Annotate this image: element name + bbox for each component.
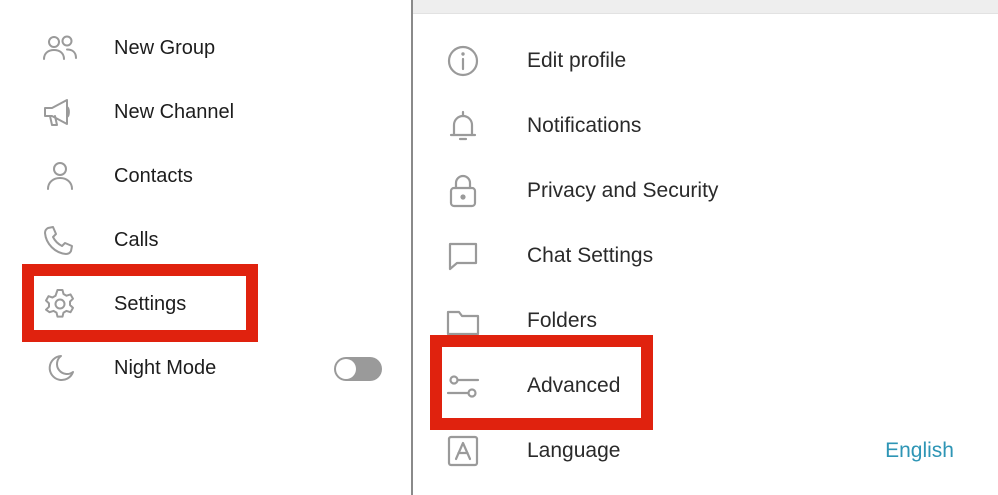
settings-item-label: Chat Settings [527,244,654,267]
settings-item-chat-settings[interactable]: Chat Settings [413,224,998,289]
menu-item-new-channel[interactable]: New Channel [0,80,411,144]
menu-item-contacts[interactable]: Contacts [0,144,411,208]
menu-item-night-mode[interactable]: Night Mode [0,336,411,400]
person-icon [40,160,80,192]
gear-icon [40,288,80,320]
menu-item-new-group[interactable]: New Group [0,16,411,80]
menu-item-label: Night Mode [114,357,217,379]
settings-item-label: Advanced [527,374,621,397]
main-menu-panel: New Group New Channel Contacts Calls Set… [0,0,411,495]
phone-icon [40,224,80,256]
folder-icon [443,304,483,338]
settings-item-label: Edit profile [527,49,627,72]
megaphone-icon [40,96,80,128]
settings-item-label: Privacy and Security [527,179,719,202]
menu-item-label: New Group [114,37,216,59]
menu-item-label: Contacts [114,165,193,187]
night-mode-toggle[interactable] [334,357,382,381]
settings-item-label: Notifications [527,114,642,137]
settings-item-folders[interactable]: Folders [413,289,998,354]
settings-item-label: Folders [527,309,598,332]
chat-bubble-icon [443,239,483,273]
settings-item-label: Language [527,439,621,462]
settings-header-band [413,0,998,14]
settings-item-edit-profile[interactable]: Edit profile [413,29,998,94]
lock-icon [443,174,483,208]
language-value: English [885,439,954,462]
menu-item-calls[interactable]: Calls [0,208,411,272]
info-icon [443,44,483,78]
bell-icon [443,109,483,143]
menu-item-settings[interactable]: Settings [0,272,411,336]
toggle-knob [336,359,356,379]
menu-item-label: Calls [114,229,159,251]
moon-icon [40,352,80,384]
settings-item-advanced[interactable]: Advanced [413,354,998,419]
group-icon [40,32,80,64]
menu-item-label: New Channel [114,101,235,123]
settings-item-notifications[interactable]: Notifications [413,94,998,159]
language-icon [443,434,483,468]
settings-panel: Edit profile Notifications Privacy and S… [413,0,998,495]
settings-item-privacy-security[interactable]: Privacy and Security [413,159,998,224]
menu-item-label: Settings [114,293,187,315]
settings-item-language[interactable]: Language English [413,419,998,484]
sliders-icon [443,369,483,403]
